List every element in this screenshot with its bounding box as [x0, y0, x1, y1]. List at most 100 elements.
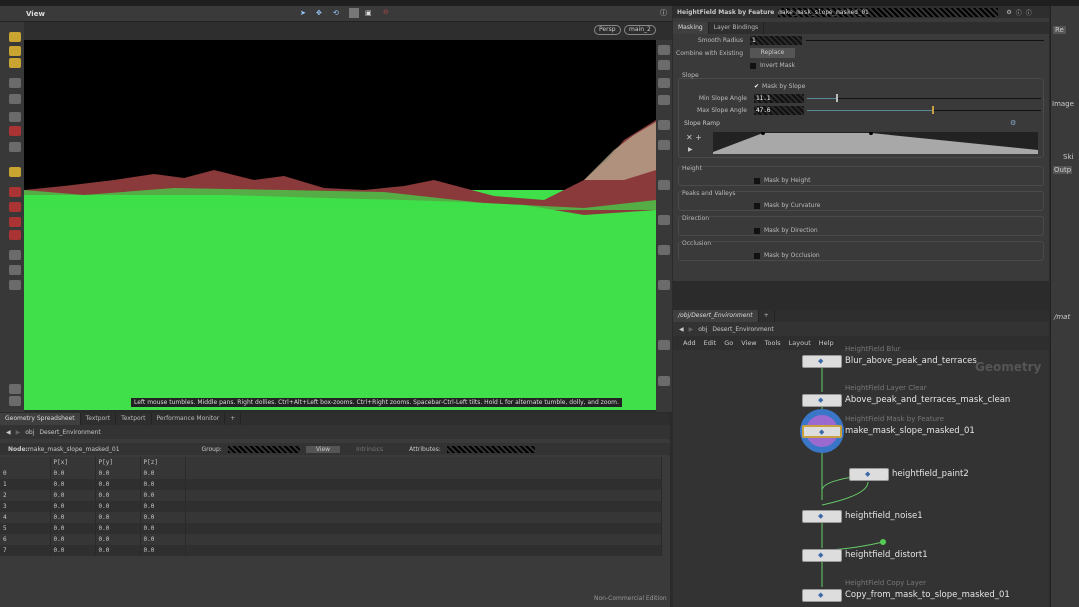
display-option-icon[interactable]	[658, 78, 670, 88]
record-icon[interactable]: ⊖	[383, 8, 389, 16]
tool-icon[interactable]	[9, 265, 21, 275]
3d-viewport[interactable]	[24, 40, 656, 410]
node-name[interactable]: Blur_above_peak_and_terraces	[845, 356, 977, 366]
node-name[interactable]: heightfield_noise1	[845, 511, 923, 521]
ramp-play-icon[interactable]: ▶	[688, 146, 693, 153]
node-name[interactable]: Above_peak_and_terraces_mask_clean	[845, 395, 1010, 405]
add-tab-button[interactable]: +	[225, 413, 242, 425]
min-slope-field[interactable]: 11.1	[754, 94, 804, 103]
display-option-icon[interactable]	[658, 140, 670, 150]
section-toggle-checkbox[interactable]: Mask by Height	[754, 177, 810, 184]
forward-icon[interactable]: ▶	[16, 429, 21, 436]
tool-icon[interactable]	[9, 230, 21, 240]
tool-icon[interactable]	[9, 46, 21, 56]
select-tool-icon[interactable]: ➤	[300, 9, 306, 17]
side-tab[interactable]: /mat	[1054, 313, 1070, 321]
view-menu[interactable]: View	[305, 445, 341, 453]
table-row[interactable]: 0 0.0 0.0 0.0	[0, 468, 662, 479]
handle-tool-icon[interactable]: ⟲	[333, 9, 339, 17]
max-slope-handle[interactable]	[932, 106, 934, 114]
tab-textport-2[interactable]: Textport	[116, 413, 152, 425]
table-row[interactable]: 4 0.0 0.0 0.0	[0, 512, 662, 523]
tool-icon[interactable]	[9, 32, 21, 42]
table-row[interactable]: 3 0.0 0.0 0.0	[0, 501, 662, 512]
table-row[interactable]: 2 0.0 0.0 0.0	[0, 490, 662, 501]
tool-icon[interactable]	[9, 202, 21, 212]
tool-icon[interactable]	[9, 126, 21, 136]
tool-icon[interactable]	[9, 250, 21, 260]
ramp-add-button[interactable]: ✕ +	[686, 133, 702, 142]
network-node[interactable]: ◆	[802, 394, 842, 407]
tab-layer-bindings[interactable]: Layer Bindings	[709, 22, 765, 34]
group-field[interactable]	[227, 445, 300, 453]
tab-geometry-spreadsheet[interactable]: Geometry Spreadsheet	[0, 413, 81, 425]
tab-performance-monitor[interactable]: Performance Monitor	[152, 413, 226, 425]
ramp-preset-icon[interactable]: ⚙	[1010, 119, 1016, 127]
display-option-icon[interactable]	[658, 180, 670, 190]
view-name-menu[interactable]: main_2	[624, 25, 656, 35]
column-pz[interactable]: P[z]	[140, 457, 186, 468]
lock-icon[interactable]	[9, 94, 21, 104]
network-node[interactable]: ◆	[802, 549, 842, 562]
display-option-icon[interactable]	[658, 340, 670, 350]
tool-icon[interactable]	[9, 167, 21, 177]
transform-tool-icon[interactable]: ✥	[316, 9, 322, 17]
gear-icon[interactable]: ⚙	[1006, 9, 1011, 16]
table-row[interactable]: 5 0.0 0.0 0.0	[0, 523, 662, 534]
section-toggle-checkbox[interactable]: Mask by Curvature	[754, 202, 821, 209]
min-slope-handle[interactable]	[836, 94, 838, 102]
side-button[interactable]: Re	[1053, 26, 1066, 34]
section-toggle-checkbox[interactable]: Mask by Direction	[754, 227, 818, 234]
smooth-radius-field[interactable]: 1	[750, 36, 802, 45]
node-name[interactable]: Copy_from_mask_to_slope_masked_01	[845, 590, 1010, 600]
tool-icon[interactable]	[9, 58, 21, 68]
help-icon[interactable]: ⓘ	[1016, 8, 1022, 17]
intrinsics-menu[interactable]: Intrinsics	[356, 446, 383, 453]
back-icon[interactable]: ◀	[6, 429, 11, 436]
network-node[interactable]: ◆	[802, 355, 842, 368]
invert-mask-checkbox[interactable]: Invert Mask	[750, 62, 795, 69]
tool-icon[interactable]	[9, 396, 21, 406]
section-toggle-checkbox[interactable]: Mask by Occlusion	[754, 252, 820, 259]
network-node[interactable]: ◆	[802, 510, 842, 523]
select-icon[interactable]	[9, 78, 21, 88]
combine-menu[interactable]: Replace	[750, 48, 795, 58]
display-option-icon[interactable]	[658, 60, 670, 70]
tab-textport[interactable]: Textport	[81, 413, 117, 425]
node-name[interactable]: heightfield_paint2	[892, 469, 969, 479]
tool-icon[interactable]	[9, 187, 21, 197]
table-row[interactable]: 7 0.0 0.0 0.0	[0, 545, 662, 556]
network-node[interactable]: ◆	[849, 468, 889, 481]
max-slope-slider[interactable]	[933, 110, 1041, 111]
tool-icon[interactable]	[9, 142, 21, 152]
tool-icon[interactable]	[9, 280, 21, 290]
view-tool-icon[interactable]	[349, 8, 359, 18]
tool-icon[interactable]	[9, 384, 21, 394]
display-option-icon[interactable]	[658, 95, 670, 105]
table-row[interactable]: 6 0.0 0.0 0.0	[0, 534, 662, 545]
path-desert-environment[interactable]: Desert_Environment	[39, 429, 100, 436]
attributes-field[interactable]	[446, 445, 535, 453]
node-name[interactable]: make_mask_slope_masked_01	[845, 426, 975, 436]
slope-ramp-editor[interactable]	[713, 132, 1038, 154]
network-node[interactable]: ◆	[802, 589, 842, 602]
node-name-field[interactable]: make_mask_slope_masked_01	[778, 7, 999, 17]
path-obj[interactable]: obj	[25, 429, 34, 436]
min-slope-slider[interactable]	[837, 98, 1041, 99]
network-node[interactable]: ◆	[802, 425, 842, 438]
mask-by-slope-checkbox[interactable]: ✔ Mask by Slope	[754, 83, 805, 90]
magnet-icon[interactable]	[9, 217, 21, 227]
display-option-icon[interactable]	[658, 376, 670, 386]
side-button[interactable]: Outp	[1053, 166, 1073, 174]
camera-menu[interactable]: Persp	[594, 25, 621, 35]
info-icon[interactable]: ⓘ	[1026, 8, 1032, 17]
column-px[interactable]: P[x]	[50, 457, 96, 468]
column-py[interactable]: P[y]	[95, 457, 141, 468]
node-name[interactable]: heightfield_distort1	[845, 550, 928, 560]
display-option-icon[interactable]	[658, 280, 670, 290]
tab-masking[interactable]: Masking	[673, 22, 709, 34]
help-icon[interactable]: ⓘ	[660, 8, 667, 18]
display-option-icon[interactable]	[658, 215, 670, 225]
snap-icon[interactable]: ▣	[365, 9, 372, 17]
smooth-radius-slider[interactable]	[806, 40, 1044, 41]
